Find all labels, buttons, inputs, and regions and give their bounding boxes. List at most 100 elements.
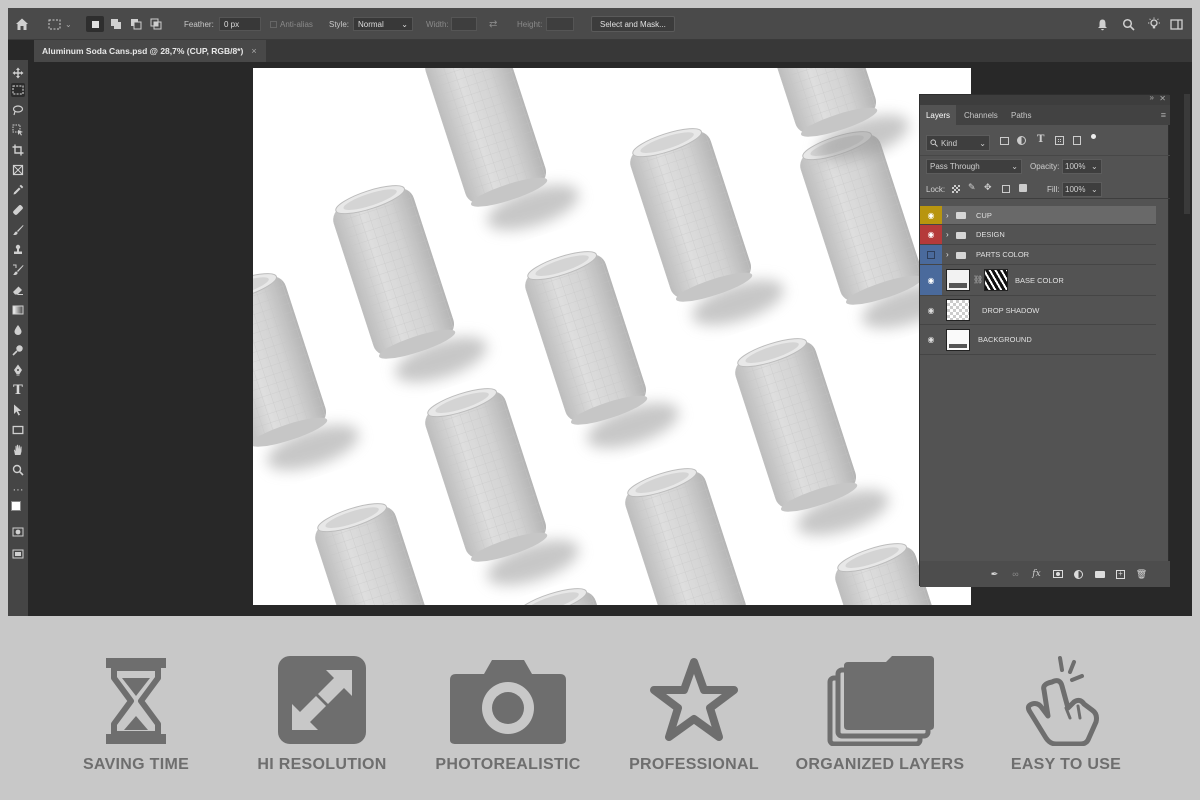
crop-icon — [12, 144, 24, 156]
lock-image-icon[interactable]: ✎ — [968, 182, 976, 193]
layer-row-drop-shadow[interactable]: ◉ DROP SHADOW — [920, 296, 1156, 325]
width-label: Width: — [426, 19, 449, 29]
marquee-preset-button[interactable]: ⌄ — [48, 8, 72, 40]
hand-tool[interactable] — [11, 443, 25, 457]
gradient-tool[interactable] — [11, 303, 25, 317]
screen-mode-button[interactable] — [11, 547, 25, 561]
brush-tool[interactable] — [11, 223, 25, 237]
link-icon[interactable]: ⛓ — [973, 275, 983, 284]
color-swatches[interactable] — [11, 501, 27, 519]
swap-button[interactable]: ⇄ — [489, 8, 497, 40]
quick-action-button[interactable]: ✒ — [984, 566, 1005, 582]
lasso-tool[interactable] — [11, 103, 25, 117]
type-filter-icon[interactable]: T — [1037, 134, 1044, 145]
layer-row-base-color[interactable]: ◉ ⛓ BASE COLOR — [920, 265, 1156, 296]
tab-paths[interactable]: Paths — [1011, 105, 1031, 125]
adjustment-layer-button[interactable] — [1068, 566, 1089, 582]
close-tab-button[interactable]: × — [251, 46, 256, 56]
more-tools-button[interactable]: ··· — [11, 483, 25, 497]
intersect-selection-button[interactable] — [150, 8, 162, 40]
type-tool[interactable]: T — [11, 383, 25, 398]
filter-toggle-icon[interactable] — [1091, 134, 1096, 139]
visibility-toggle[interactable]: ◉ — [920, 206, 942, 224]
lock-transparent-icon[interactable] — [952, 185, 960, 193]
visibility-toggle[interactable]: ◉ — [920, 225, 942, 244]
feather-input[interactable]: 0 px — [219, 17, 261, 31]
smart-object-filter-icon[interactable] — [1073, 136, 1081, 145]
new-selection-button[interactable] — [86, 16, 104, 32]
new-layer-button[interactable]: + — [1110, 566, 1131, 582]
close-panel-button[interactable]: ✕ — [1159, 94, 1166, 103]
document-canvas[interactable] — [253, 68, 971, 605]
tab-channels[interactable]: Channels — [964, 105, 998, 125]
panel-menu-icon[interactable]: ≡ — [1161, 110, 1166, 120]
blend-mode-select[interactable]: Pass Through ⌄ — [926, 159, 1022, 174]
document-tab[interactable]: Aluminum Soda Cans.psd @ 28,7% (CUP, RGB… — [34, 40, 266, 62]
visibility-toggle[interactable]: ◉ — [920, 265, 942, 295]
visibility-toggle[interactable]: ◉ — [920, 325, 942, 354]
zoom-tool[interactable] — [11, 463, 25, 477]
object-select-tool[interactable] — [11, 123, 25, 137]
crop-tool[interactable] — [11, 143, 25, 157]
visibility-toggle[interactable]: ◉ — [920, 296, 942, 324]
layer-row-parts-color[interactable]: › PARTS COLOR — [920, 245, 1156, 265]
eyedropper-tool[interactable] — [11, 183, 25, 197]
chevron-down-icon[interactable]: ⌄ — [1091, 162, 1098, 171]
path-selection-tool[interactable] — [11, 403, 25, 417]
eraser-tool[interactable] — [11, 283, 25, 297]
subtract-selection-button[interactable] — [130, 8, 142, 40]
layer-style-button[interactable]: fx — [1026, 566, 1047, 582]
marquee-tool[interactable] — [11, 83, 25, 97]
antialias-checkbox[interactable]: Anti-alias — [270, 8, 313, 40]
visibility-toggle[interactable] — [920, 245, 942, 264]
chevron-down-icon[interactable]: ⌄ — [1091, 185, 1098, 194]
layer-row-cup[interactable]: ◉ › CUP — [920, 206, 1156, 225]
clone-stamp-tool[interactable] — [11, 243, 25, 257]
width-input[interactable] — [451, 17, 477, 31]
add-selection-button[interactable] — [110, 8, 122, 40]
lock-all-icon[interactable] — [1019, 184, 1027, 192]
style-select[interactable]: Normal ⌄ — [353, 17, 413, 31]
notifications-button[interactable] — [1096, 8, 1109, 40]
chevron-right-icon[interactable]: › — [946, 250, 949, 259]
foreground-color-swatch[interactable] — [11, 501, 21, 511]
layer-row-background[interactable]: ◉ BACKGROUND — [920, 325, 1156, 355]
marquee-icon — [48, 19, 61, 29]
add-mask-button[interactable] — [1047, 566, 1068, 582]
new-group-button[interactable] — [1089, 566, 1110, 582]
healing-brush-tool[interactable] — [11, 203, 25, 217]
quick-mask-button[interactable] — [11, 525, 25, 539]
filter-kind-select[interactable]: Kind ⌄ — [926, 135, 990, 151]
lock-artboard-icon[interactable] — [1002, 185, 1010, 193]
blur-tool[interactable] — [11, 323, 25, 337]
chevron-right-icon[interactable]: › — [946, 230, 949, 239]
history-brush-tool[interactable] — [11, 263, 25, 277]
move-tool[interactable] — [11, 66, 25, 80]
layer-thumbnail[interactable] — [946, 269, 970, 291]
discover-button[interactable] — [1147, 8, 1161, 40]
search-button[interactable] — [1122, 8, 1135, 40]
dodge-tool[interactable] — [11, 343, 25, 357]
pixel-filter-icon[interactable] — [1000, 137, 1009, 145]
layer-thumbnail[interactable] — [946, 299, 970, 321]
shape-filter-icon[interactable] — [1055, 136, 1064, 145]
home-button[interactable] — [14, 8, 30, 40]
rectangle-tool[interactable] — [11, 423, 25, 437]
lock-position-icon[interactable]: ✥ — [984, 182, 992, 193]
layer-row-design[interactable]: ◉ › DESIGN — [920, 225, 1156, 245]
chevron-right-icon[interactable]: › — [946, 211, 949, 220]
select-and-mask-button[interactable]: Select and Mask... — [591, 16, 675, 32]
tab-layers[interactable]: Layers — [920, 105, 956, 125]
adjustment-filter-icon[interactable] — [1017, 136, 1026, 145]
delete-layer-button[interactable]: 🗑︎ — [1131, 566, 1152, 582]
frame-tool[interactable] — [11, 163, 25, 177]
pen-tool[interactable] — [11, 363, 25, 377]
collapse-panel-button[interactable]: » — [1150, 93, 1154, 102]
folder-icon — [956, 252, 966, 259]
layer-thumbnail[interactable] — [946, 329, 970, 351]
height-input[interactable] — [546, 17, 574, 31]
workspace-button[interactable] — [1170, 8, 1183, 40]
layer-mask-thumbnail[interactable] — [984, 269, 1008, 291]
link-layers-button[interactable]: ∞ — [1005, 566, 1026, 582]
panel-scrollbar[interactable] — [1184, 94, 1190, 214]
